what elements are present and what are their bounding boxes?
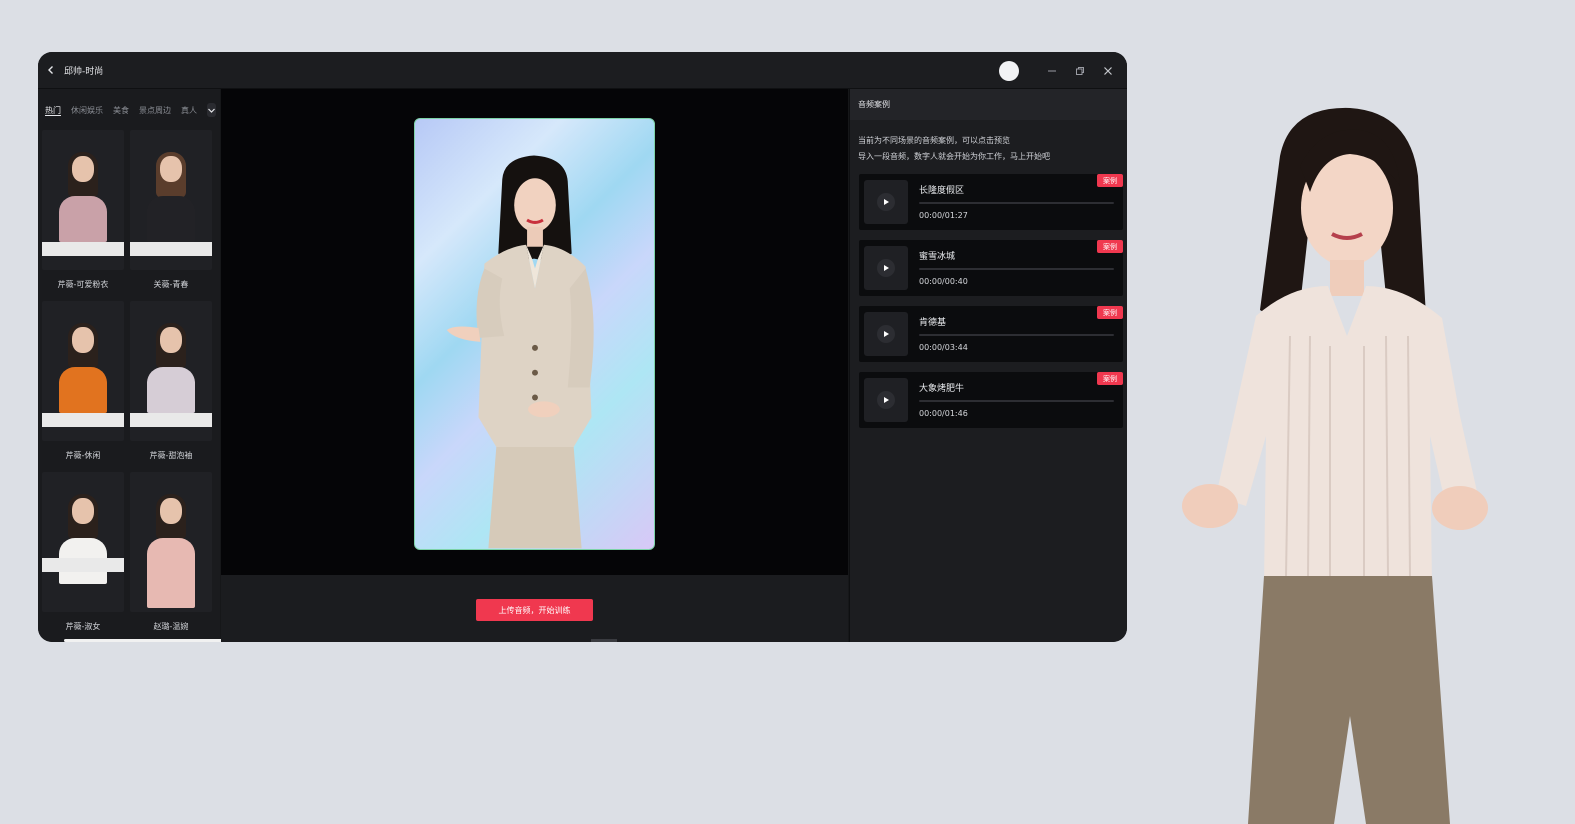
audio-thumbnail xyxy=(864,312,908,356)
app-window: 邱帅-时尚 热门 休闲娱乐 美食 景点周边 真人 芹薇-可爱粉衣 关薇-青春 芹… xyxy=(38,52,1127,642)
play-icon[interactable] xyxy=(877,193,895,211)
intro-text: 当前为不同场景的音频案例，可以点击预览 导入一段音频，数字人就会开始为你工作，马… xyxy=(850,120,1127,165)
sample-tag: 案例 xyxy=(1097,372,1123,385)
presenter-figure xyxy=(446,155,594,549)
user-avatar[interactable] xyxy=(999,60,1019,81)
horizontal-scrollbar[interactable] xyxy=(64,639,228,642)
audio-sample-card[interactable]: 大象烤肥牛 00:00/01:46 案例 xyxy=(859,372,1123,428)
avatar-label: 芹薇-可爱粉衣 xyxy=(57,280,109,289)
avatar-card[interactable]: 芹薇-淑女 xyxy=(42,472,124,636)
avatar-thumbnail xyxy=(130,472,212,612)
avatar-card[interactable]: 芹薇-休闲 xyxy=(42,301,124,465)
audio-title: 蜜雪冰城 xyxy=(919,252,956,262)
category-tabs: 热门 休闲娱乐 美食 景点周边 真人 xyxy=(38,89,220,131)
audio-title: 大象烤肥牛 xyxy=(919,384,965,394)
avatar-thumbnail xyxy=(42,130,124,270)
audio-time: 00:00/00:40 xyxy=(919,277,968,286)
window-title: 邱帅-时尚 xyxy=(64,66,104,77)
audio-time: 00:00/01:27 xyxy=(919,211,968,220)
avatar-card[interactable]: 关薇-青春 xyxy=(130,130,212,294)
tab-leisure[interactable]: 休闲娱乐 xyxy=(71,105,103,116)
avatar-label: 芹薇-甜泡袖 xyxy=(149,451,193,460)
action-bar: 上传音频，开始训练 xyxy=(221,575,848,642)
play-icon[interactable] xyxy=(877,259,895,277)
restore-icon[interactable] xyxy=(1073,64,1087,78)
avatar-card[interactable]: 赵璐-温婉 xyxy=(130,472,212,636)
audio-sample-card[interactable]: 蜜雪冰城 00:00/00:40 案例 xyxy=(859,240,1123,296)
audio-thumbnail xyxy=(864,246,908,290)
avatar-thumbnail xyxy=(130,130,212,270)
audio-progress-bar[interactable] xyxy=(919,202,1114,204)
audio-sample-card[interactable]: 长隆度假区 00:00/01:27 案例 xyxy=(859,174,1123,230)
tab-hot[interactable]: 热门 xyxy=(45,105,61,116)
audio-title: 肯德基 xyxy=(919,318,947,328)
preview-area xyxy=(221,89,848,575)
upload-audio-train-button[interactable]: 上传音频，开始训练 xyxy=(476,599,593,621)
sample-tag: 案例 xyxy=(1097,174,1123,187)
play-icon[interactable] xyxy=(877,391,895,409)
intro-line: 导入一段音频，数字人就会开始为你工作，马上开始吧 xyxy=(858,152,1050,161)
audio-time: 00:00/01:46 xyxy=(919,409,968,418)
avatar-library-panel: 热门 休闲娱乐 美食 景点周边 真人 芹薇-可爱粉衣 关薇-青春 芹薇-休闲 芹… xyxy=(38,89,228,642)
audio-progress-bar[interactable] xyxy=(919,334,1114,336)
host-presenter-image xyxy=(1182,107,1488,824)
minimize-icon[interactable] xyxy=(1045,64,1059,78)
title-bar: 邱帅-时尚 xyxy=(38,52,1127,89)
avatar-thumbnail xyxy=(130,301,212,441)
back-arrow-icon[interactable] xyxy=(46,64,58,76)
audio-title: 长隆度假区 xyxy=(919,186,965,196)
audio-progress-bar[interactable] xyxy=(919,268,1114,270)
window-controls xyxy=(999,52,1115,89)
audio-thumbnail xyxy=(864,180,908,224)
avatar-label: 赵璐-温婉 xyxy=(153,622,189,631)
preview-panel: 上传音频，开始训练 xyxy=(221,89,848,642)
sample-tag: 案例 xyxy=(1097,306,1123,319)
audio-samples-panel: 音频案例 当前为不同场景的音频案例，可以点击预览 导入一段音频，数字人就会开始为… xyxy=(849,89,1127,642)
sample-tag: 案例 xyxy=(1097,240,1123,253)
avatar-card[interactable]: 芹薇-甜泡袖 xyxy=(130,301,212,465)
tab-real-person[interactable]: 真人 xyxy=(181,105,197,116)
scroll-indicator xyxy=(591,639,617,642)
avatar-label: 芹薇-休闲 xyxy=(65,451,101,460)
avatar-card[interactable]: 芹薇-可爱粉衣 xyxy=(42,130,124,294)
audio-progress-bar[interactable] xyxy=(919,400,1114,402)
audio-sample-card[interactable]: 肯德基 00:00/03:44 案例 xyxy=(859,306,1123,362)
tab-food[interactable]: 美食 xyxy=(113,105,129,116)
panel-header: 音频案例 xyxy=(850,89,1127,120)
tab-scenic[interactable]: 景点周边 xyxy=(139,105,171,116)
audio-list: 长隆度假区 00:00/01:27 案例 蜜雪冰城 00:00/00:40 案例… xyxy=(859,174,1123,438)
avatar-thumbnail xyxy=(42,301,124,441)
avatar-label: 关薇-青春 xyxy=(153,280,189,289)
play-icon[interactable] xyxy=(877,325,895,343)
digital-human-preview xyxy=(414,118,655,550)
audio-time: 00:00/03:44 xyxy=(919,343,968,352)
avatar-thumbnail xyxy=(42,472,124,612)
avatar-label: 芹薇-淑女 xyxy=(65,622,101,631)
intro-line: 当前为不同场景的音频案例，可以点击预览 xyxy=(858,136,1010,145)
chevron-down-icon[interactable] xyxy=(207,103,216,117)
close-icon[interactable] xyxy=(1101,64,1115,78)
audio-thumbnail xyxy=(864,378,908,422)
